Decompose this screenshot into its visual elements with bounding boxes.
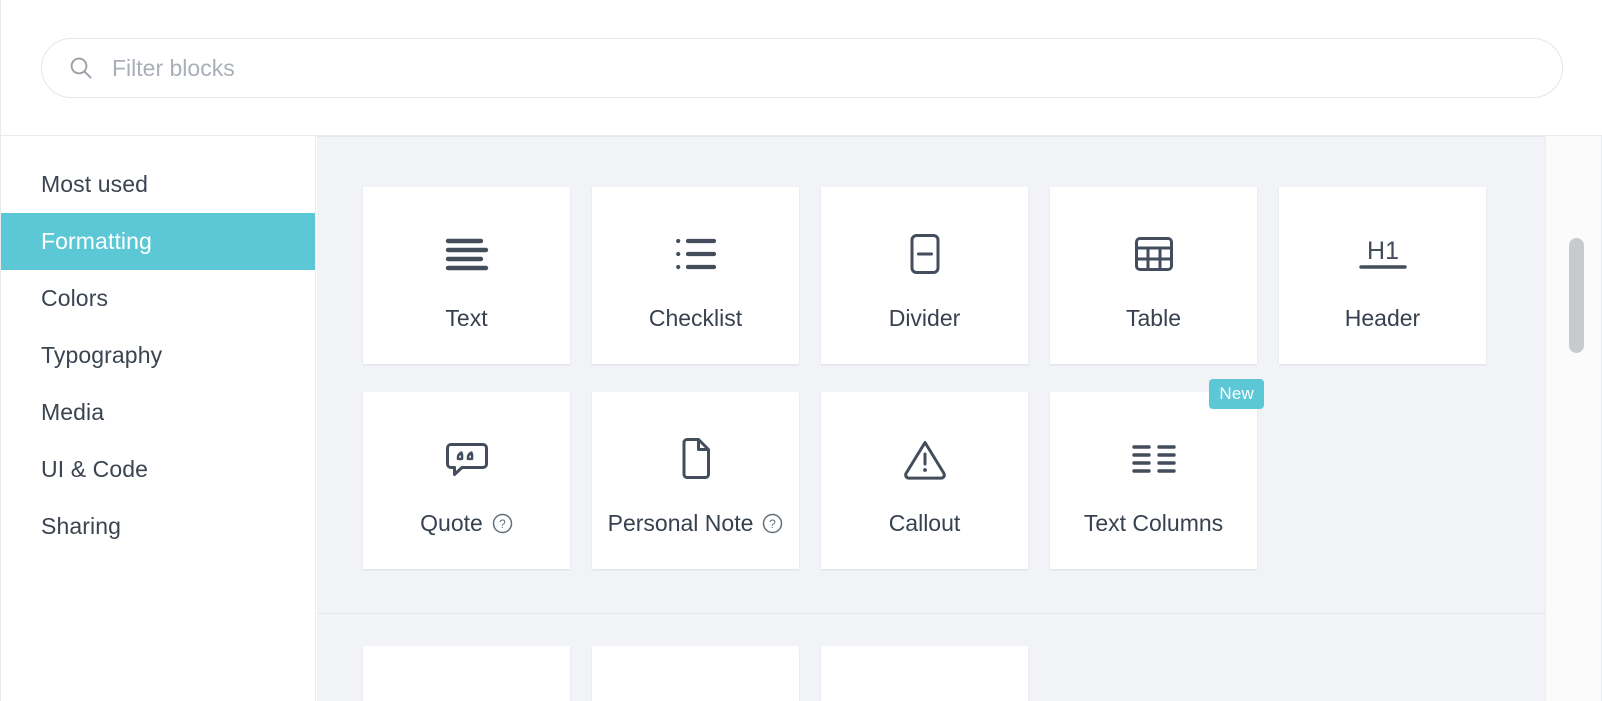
block-card-label: Quote ? xyxy=(363,510,570,537)
help-icon[interactable]: ? xyxy=(762,513,783,534)
block-label-text: Divider xyxy=(888,305,961,331)
block-label-text: Header xyxy=(1344,305,1421,331)
divider-box-icon xyxy=(907,231,943,277)
block-card-label: Text xyxy=(363,305,570,332)
sidebar-item-media[interactable]: Media xyxy=(1,384,315,441)
h1-underline-icon: H1 xyxy=(1357,231,1409,277)
sidebar-item-typography[interactable]: Typography xyxy=(1,327,315,384)
block-label-text: Text Columns xyxy=(1083,510,1224,536)
quote-bubble-icon xyxy=(445,436,489,482)
block-card-label: Checklist xyxy=(592,305,799,332)
formatting-section: Text Checklist Divider Table H1 Header Q… xyxy=(317,137,1545,613)
sidebar-item-ui-and-code[interactable]: UI & Code xyxy=(1,441,315,498)
block-label-text: Text xyxy=(445,305,488,331)
table-grid-icon xyxy=(1134,231,1174,277)
search-input[interactable] xyxy=(94,39,1562,97)
block-card-divider[interactable]: Divider xyxy=(821,187,1028,364)
svg-text:?: ? xyxy=(770,517,777,531)
block-card-checklist[interactable]: Checklist xyxy=(592,187,799,364)
two-columns-icon xyxy=(1131,436,1176,482)
block-card-partial-3[interactable] xyxy=(821,646,1028,701)
help-icon[interactable]: ? xyxy=(492,513,513,534)
sidebar-item-sharing[interactable]: Sharing xyxy=(1,498,315,555)
bulleted-list-icon xyxy=(675,231,717,277)
warning-triangle-icon xyxy=(902,436,948,482)
block-card-quote[interactable]: Quote ? xyxy=(363,392,570,569)
block-card-label: Callout xyxy=(821,510,1028,537)
sidebar-item-label: Sharing xyxy=(41,513,121,539)
search-header xyxy=(1,0,1602,136)
next-section-partial xyxy=(317,613,1545,701)
block-card-label: Divider xyxy=(821,305,1028,332)
block-card-partial-1[interactable] xyxy=(363,646,570,701)
block-card-personal-note[interactable]: Personal Note ? xyxy=(592,392,799,569)
block-card-callout[interactable]: Callout xyxy=(821,392,1028,569)
sidebar-item-label: Media xyxy=(41,399,105,425)
sidebar-item-label: Typography xyxy=(41,342,163,368)
block-label-text: Checklist xyxy=(648,305,743,331)
search-icon xyxy=(68,55,94,81)
new-badge: New xyxy=(1209,379,1264,409)
block-card-label: Header xyxy=(1279,305,1486,332)
sidebar-item-colors[interactable]: Colors xyxy=(1,270,315,327)
sidebar-item-label: UI & Code xyxy=(41,456,149,482)
category-sidebar: Most used Formatting Colors Typography M… xyxy=(1,136,316,701)
scrollbar-thumb[interactable] xyxy=(1569,238,1584,353)
block-card-label: Table xyxy=(1050,305,1257,332)
sidebar-item-label: Most used xyxy=(41,171,149,197)
block-label-text: Callout xyxy=(888,510,961,536)
block-grid-scroll-area: Text Checklist Divider Table H1 Header Q… xyxy=(317,136,1545,701)
svg-text:H1: H1 xyxy=(1367,237,1399,265)
block-card-text[interactable]: Text xyxy=(363,187,570,364)
sidebar-item-most-used[interactable]: Most used xyxy=(1,156,315,213)
block-card-header[interactable]: H1 Header xyxy=(1279,187,1486,364)
block-label-text: Quote xyxy=(420,510,483,536)
vertical-scrollbar[interactable] xyxy=(1545,136,1601,701)
block-row-1: Text Checklist Divider Table H1 Header xyxy=(363,187,1545,364)
document-page-icon xyxy=(678,436,714,482)
block-row-2: Quote ? Personal Note ? Callout New Text… xyxy=(363,379,1545,569)
text-lines-icon xyxy=(445,231,489,277)
sidebar-item-label: Formatting xyxy=(41,228,152,254)
block-card-label: Personal Note ? xyxy=(592,510,799,537)
filter-blocks-search-field[interactable] xyxy=(41,38,1563,98)
block-card-table[interactable]: Table xyxy=(1050,187,1257,364)
block-row-3 xyxy=(363,646,1545,701)
block-label-text: Table xyxy=(1126,305,1181,331)
sidebar-item-formatting[interactable]: Formatting xyxy=(1,213,315,270)
block-card-label: Text Columns xyxy=(1050,510,1257,537)
sidebar-item-label: Colors xyxy=(41,285,109,311)
block-label-text: Personal Note xyxy=(607,510,754,536)
svg-text:?: ? xyxy=(499,517,506,531)
block-picker-panel: Most used Formatting Colors Typography M… xyxy=(0,0,1602,701)
block-card-partial-2[interactable] xyxy=(592,646,799,701)
block-card-text-columns[interactable]: New Text Columns xyxy=(1050,379,1264,569)
